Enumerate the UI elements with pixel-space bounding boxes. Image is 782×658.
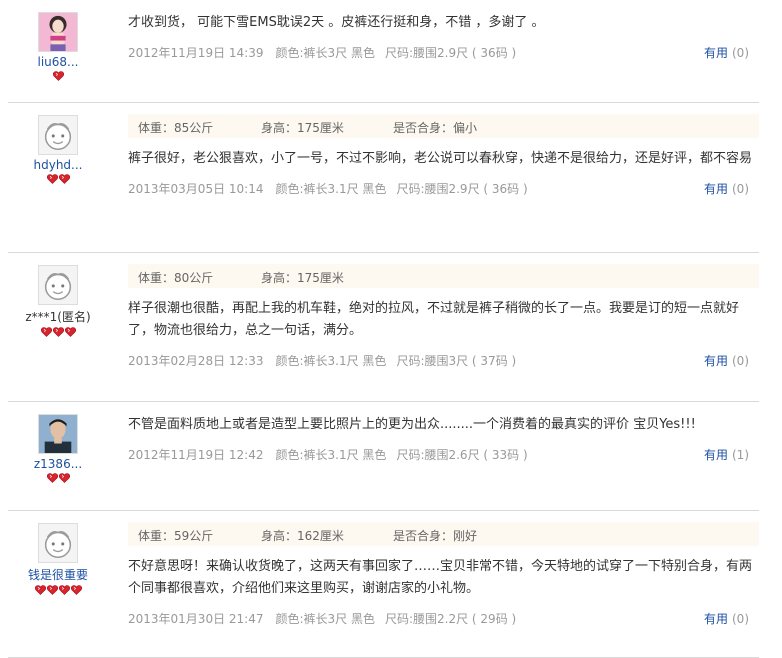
reviewer-info: hdyhd...	[8, 103, 108, 186]
review-meta: 2013年02月28日 12:33 颜色:裤长3.1尺 黑色 尺码:腰围3尺 ( 3…	[128, 352, 759, 369]
reviewer-info: liu68...	[8, 0, 108, 83]
heart-icon	[58, 174, 70, 184]
review-date: 2013年02月28日 12:33	[128, 354, 264, 368]
useful-label[interactable]: 有用	[704, 182, 728, 196]
reviewer-avatar[interactable]	[38, 265, 78, 305]
buyer-attribute: 身高：162厘米	[261, 529, 344, 543]
useful-label[interactable]: 有用	[704, 448, 728, 462]
review-text: 裤子很好，老公狠喜欢，小了一号，不过不影响，老公说可以春秋穿，快递不是很给力，还…	[128, 151, 753, 166]
review-item: z***1(匿名) 体重：80公斤 身高：175厘米样子很潮也很酷，再配上我的机车鞋…	[8, 253, 759, 402]
buyer-attributes: 体重：85公斤 身高：175厘米 是否合身：偏小	[128, 114, 759, 138]
heart-icon	[52, 327, 64, 337]
sku-info: 尺码:腰围2.6尺 ( 33码 )	[396, 448, 528, 462]
buyer-attribute: 是否合身：偏小	[393, 121, 478, 135]
review-date: 2012年11月19日 12:42	[128, 448, 264, 462]
sku-info: 颜色:裤长3.1尺 黑色	[275, 354, 387, 368]
heart-icon	[46, 174, 58, 184]
useful-vote-button[interactable]: 有用 (0)	[704, 180, 749, 197]
heart-icon	[58, 585, 70, 595]
sku-info: 尺码:腰围2.9尺 ( 36码 )	[384, 46, 517, 60]
review-date: 2012年11月19日 14:39	[128, 46, 264, 60]
reviewer-rank-hearts	[8, 585, 108, 597]
useful-count: (0)	[732, 46, 749, 60]
sku-info: 颜色:裤长3.1尺 黑色	[275, 182, 387, 196]
useful-count: (0)	[732, 182, 749, 196]
review-content: 才收到货， 可能下雪EMS耽误2天 。皮裤还行挺和身，不错 ，多谢了 。 2012…	[128, 6, 759, 61]
review-content: 不管是面料质地上或者是造型上要比照片上的更为出众........一个消费着的最真…	[128, 408, 759, 463]
heart-icon	[52, 71, 64, 81]
useful-label[interactable]: 有用	[704, 354, 728, 368]
heart-icon	[40, 327, 52, 337]
reviewer-info: z1386...	[8, 402, 108, 485]
buyer-attributes: 体重：59公斤 身高：162厘米 是否合身：刚好	[128, 522, 759, 546]
review-date: 2013年03月05日 10:14	[128, 182, 264, 196]
buyer-attribute: 体重：59公斤	[138, 529, 214, 543]
buyer-attribute: 体重：80公斤	[138, 271, 214, 285]
useful-vote-button[interactable]: 有用 (0)	[704, 610, 749, 627]
review-item: liu68... 才收到货， 可能下雪EMS耽误2天 。皮裤还行挺和身，不错 ，多…	[8, 0, 759, 103]
review-text: 不管是面料质地上或者是造型上要比照片上的更为出众........一个消费着的最真…	[128, 417, 696, 432]
heart-icon	[58, 473, 70, 483]
review-meta: 2012年11月19日 14:39 颜色:裤长3尺 黑色 尺码:腰围2.9尺 ( 3…	[128, 44, 759, 61]
useful-label[interactable]: 有用	[704, 46, 728, 60]
review-content: 体重：59公斤 身高：162厘米 是否合身：刚好不好意思呀！来确认收货晚了，这两天有…	[128, 511, 759, 627]
useful-vote-button[interactable]: 有用 (1)	[704, 446, 749, 463]
heart-icon	[46, 473, 58, 483]
reviewer-rank-hearts	[8, 473, 108, 485]
reviewer-rank-hearts	[8, 71, 108, 83]
heart-icon	[46, 585, 58, 595]
review-list: liu68... 才收到货， 可能下雪EMS耽误2天 。皮裤还行挺和身，不错 ，多…	[0, 0, 782, 658]
useful-count: (0)	[732, 612, 749, 626]
buyer-attribute: 是否合身：刚好	[393, 529, 478, 543]
sku-info: 尺码:腰围3尺 ( 37码 )	[396, 354, 517, 368]
reviewer-avatar[interactable]	[38, 523, 78, 563]
useful-count: (1)	[732, 448, 749, 462]
reviewer-info: 钱是很重要	[8, 511, 108, 597]
reviewer-name: z***1(匿名)	[25, 310, 91, 324]
review-text: 不好意思呀！来确认收货晚了，这两天有事回家了……宝贝非常不错，今天特地的试穿了一…	[128, 559, 753, 596]
review-item: hdyhd... 体重：85公斤 身高：175厘米 是否合身：偏小裤子很好，老公狠喜欢…	[8, 103, 759, 253]
review-text: 才收到货， 可能下雪EMS耽误2天 。皮裤还行挺和身，不错 ，多谢了 。	[128, 15, 545, 30]
sku-info: 尺码:腰围2.2尺 ( 29码 )	[384, 612, 517, 626]
review-meta: 2013年03月05日 10:14 颜色:裤长3.1尺 黑色 尺码:腰围2.9尺 (…	[128, 180, 759, 197]
buyer-attributes: 体重：80公斤 身高：175厘米	[128, 264, 759, 288]
useful-vote-button[interactable]: 有用 (0)	[704, 44, 749, 61]
review-date: 2013年01月30日 21:47	[128, 612, 264, 626]
review-content: 体重：80公斤 身高：175厘米样子很潮也很酷，再配上我的机车鞋，绝对的拉风，不过…	[128, 253, 759, 369]
reviewer-info: z***1(匿名)	[8, 253, 108, 339]
reviewer-avatar[interactable]	[38, 115, 78, 155]
reviewer-name[interactable]: hdyhd...	[8, 158, 108, 172]
review-content: 体重：85公斤 身高：175厘米 是否合身：偏小裤子很好，老公狠喜欢，小了一号，不过…	[128, 103, 759, 197]
reviewer-name[interactable]: z1386...	[8, 457, 108, 471]
sku-info: 颜色:裤长3尺 黑色	[275, 46, 375, 60]
review-meta: 2013年01月30日 21:47 颜色:裤长3尺 黑色 尺码:腰围2.2尺 ( 2…	[128, 610, 759, 627]
heart-icon	[64, 327, 76, 337]
heart-icon	[70, 585, 82, 595]
sku-info: 颜色:裤长3尺 黑色	[275, 612, 375, 626]
useful-count: (0)	[732, 354, 749, 368]
sku-info: 颜色:裤长3.1尺 黑色	[275, 448, 387, 462]
useful-label[interactable]: 有用	[704, 612, 728, 626]
review-text: 样子很潮也很酷，再配上我的机车鞋，绝对的拉风，不过就是裤子稍微的长了一点。我要是…	[128, 301, 740, 338]
review-meta: 2012年11月19日 12:42 颜色:裤长3.1尺 黑色 尺码:腰围2.6尺 (…	[128, 446, 759, 463]
review-item: 钱是很重要 体重：59公斤 身高：162厘米 是否合身：刚好不好意思呀！来确认收货晚了…	[8, 511, 759, 658]
buyer-attribute: 体重：85公斤	[138, 121, 214, 135]
reviewer-rank-hearts	[8, 327, 108, 339]
useful-vote-button[interactable]: 有用 (0)	[704, 352, 749, 369]
buyer-attribute: 身高：175厘米	[261, 121, 344, 135]
reviewer-name[interactable]: liu68...	[8, 55, 108, 69]
buyer-attribute: 身高：175厘米	[261, 271, 344, 285]
reviewer-avatar[interactable]	[38, 12, 78, 52]
reviewer-name[interactable]: 钱是很重要	[8, 566, 108, 583]
sku-info: 尺码:腰围2.9尺 ( 36码 )	[396, 182, 528, 196]
review-item: z1386... 不管是面料质地上或者是造型上要比照片上的更为出众........…	[8, 402, 759, 511]
heart-icon	[34, 585, 46, 595]
reviewer-rank-hearts	[8, 174, 108, 186]
reviewer-avatar[interactable]	[38, 414, 78, 454]
